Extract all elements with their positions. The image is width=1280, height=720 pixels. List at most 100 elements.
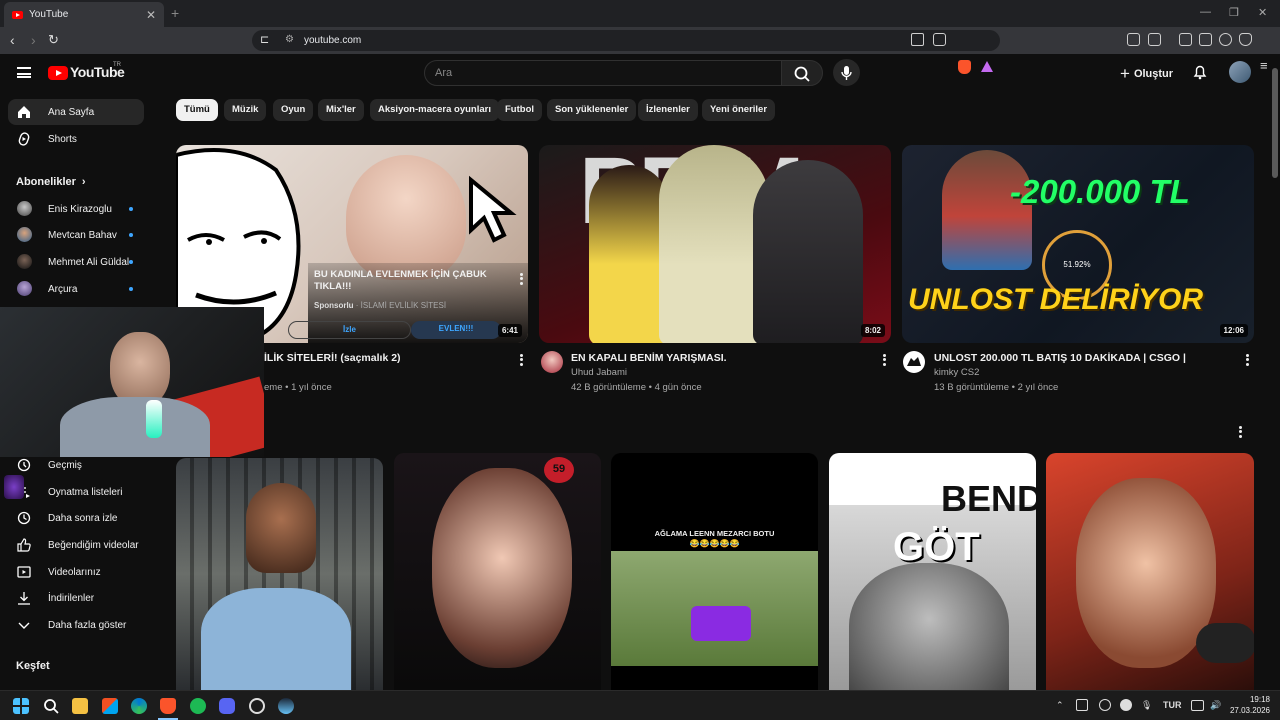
ad-watch-button[interactable]: İzle — [288, 321, 411, 339]
forward-icon[interactable]: › — [31, 32, 36, 48]
shorts-shelf-menu-icon[interactable] — [1239, 424, 1243, 439]
hamburger-menu-icon[interactable] — [17, 67, 31, 78]
microsoft-store-icon[interactable] — [102, 698, 118, 714]
network-icon[interactable] — [1191, 700, 1204, 711]
video-title[interactable]: EN KAPALI BENİM YARIŞMASI. — [571, 352, 727, 364]
video-menu-icon[interactable] — [520, 352, 524, 367]
video-title[interactable]: İLİK SİTELERİ! (saçmalık 2) — [264, 352, 401, 364]
back-icon[interactable]: ‹ — [10, 32, 15, 48]
extensions-icon[interactable] — [1127, 33, 1140, 46]
bookmark-icon[interactable]: ⊏ — [260, 33, 269, 46]
like-icon — [17, 538, 31, 552]
tray-app-icon[interactable] — [1076, 699, 1088, 711]
chip-recently-uploaded[interactable]: Son yüklenenler — [547, 99, 637, 121]
cast-icon[interactable] — [911, 33, 924, 46]
chip-new-to-you[interactable]: Yeni öneriler — [702, 99, 776, 121]
short-thumbnail[interactable]: AĞLAMA LEENN MEZARCI BOTU 😂😂😂😂😂 — [611, 453, 818, 690]
chip-action-adventure[interactable]: Aksiyon-macera oyunları — [370, 99, 499, 121]
chip-all[interactable]: Tümü — [176, 99, 218, 121]
ad-menu-icon[interactable] — [520, 271, 524, 286]
tray-mic-icon[interactable]: 🎙 — [1141, 700, 1152, 711]
sidebar-item-watch-later[interactable]: Daha sonra izle — [8, 505, 144, 531]
file-explorer-icon[interactable] — [72, 698, 88, 714]
sidebar-item-downloads[interactable]: İndirilenler — [8, 585, 144, 611]
clock[interactable]: 19:18 27.03.2026 — [1228, 694, 1270, 716]
youtube-logo-icon[interactable] — [48, 66, 68, 80]
tab-close-icon[interactable]: ✕ — [146, 8, 156, 22]
sidebar-item-playlists[interactable]: Oynatma listeleri — [8, 479, 144, 505]
reload-icon[interactable]: ↻ — [48, 32, 59, 48]
chip-football[interactable]: Futbol — [497, 99, 543, 121]
share-icon[interactable] — [933, 33, 946, 46]
tray-app-icon[interactable] — [1099, 699, 1111, 711]
sidebar-toggle-icon[interactable] — [1179, 33, 1192, 46]
short-thumbnail[interactable] — [176, 458, 383, 690]
thumbnail-text-bottom: UNLOST DELİRİYOR — [908, 283, 1204, 316]
vpn-icon[interactable] — [1239, 33, 1252, 46]
search-button[interactable] — [781, 60, 823, 86]
windows-start-icon[interactable] — [13, 698, 29, 714]
short-thumbnail[interactable] — [1046, 453, 1254, 690]
search-input[interactable]: Ara — [424, 60, 782, 86]
browser-tab-bar: YouTube ✕ + — ❐ ✕ — [0, 0, 1280, 27]
video-title[interactable]: UNLOST 200.000 TL BATIŞ 10 DAKİKADA | CS… — [934, 352, 1186, 364]
scrollbar-thumb[interactable] — [1272, 68, 1278, 178]
obs-icon[interactable] — [249, 698, 265, 714]
discord-icon[interactable] — [219, 698, 235, 714]
keyboard-language[interactable]: TUR — [1163, 700, 1182, 710]
chip-music[interactable]: Müzik — [224, 99, 267, 121]
webcam-person-body — [60, 397, 210, 457]
brave-icon[interactable] — [160, 698, 176, 714]
taskbar-search-icon[interactable] — [43, 698, 59, 714]
chip-mixes[interactable]: Mix'ler — [318, 99, 364, 121]
voice-search-button[interactable] — [833, 59, 860, 86]
subscription-item[interactable]: Enis Kirazoglu — [8, 196, 144, 222]
address-bar[interactable]: ⊏ ⚙ youtube.com — [252, 30, 1000, 51]
leo-ai-icon[interactable] — [1219, 33, 1232, 46]
minimize-icon[interactable]: — — [1200, 6, 1211, 18]
steam-icon[interactable] — [278, 698, 294, 714]
channel-avatar[interactable] — [541, 351, 563, 373]
spotify-icon[interactable] — [190, 698, 206, 714]
account-avatar[interactable] — [1229, 61, 1251, 83]
notifications-bell-icon[interactable] — [1192, 64, 1208, 80]
subscription-item[interactable]: Mehmet Ali Güldal — [8, 249, 144, 275]
channel-avatar[interactable] — [903, 351, 925, 373]
chip-watched[interactable]: İzlenenler — [638, 99, 698, 121]
ad-cta-button[interactable]: EVLEN!!! — [411, 321, 501, 339]
video-menu-icon[interactable] — [1246, 352, 1250, 367]
short-thumbnail[interactable]: 59 — [394, 453, 601, 690]
tray-overflow-icon[interactable]: ⌃ — [1056, 700, 1064, 711]
video-thumbnail[interactable]: PRIM 8:02 — [539, 145, 891, 343]
browser-tab[interactable]: YouTube ✕ — [4, 2, 164, 27]
subscription-item[interactable]: Arçura — [8, 276, 144, 302]
shorts-icon — [18, 132, 30, 146]
site-info-icon[interactable]: ⚙ — [285, 34, 294, 45]
sidebar-item-show-more[interactable]: Daha fazla göster — [8, 612, 144, 638]
new-tab-icon[interactable]: + — [171, 5, 179, 21]
ad-title[interactable]: BU KADINLA EVLENMEK İÇİN ÇABUK TIKLA!!! — [314, 269, 504, 293]
sidebar-item-home[interactable]: Ana Sayfa — [8, 99, 144, 125]
video-icon — [17, 566, 31, 578]
subscriptions-heading[interactable]: Abonelikler › — [16, 176, 86, 188]
restore-icon[interactable]: ❐ — [1229, 6, 1239, 19]
subscription-item[interactable]: Mevtcan Bahav — [8, 222, 144, 248]
chip-gaming[interactable]: Oyun — [273, 99, 314, 121]
volume-icon[interactable]: 🔊 — [1210, 700, 1221, 711]
channel-name[interactable]: kimky CS2 — [934, 367, 979, 378]
sidebar-item-your-videos[interactable]: Videolarınız — [8, 559, 144, 585]
window-close-icon[interactable]: ✕ — [1258, 6, 1267, 19]
channel-name[interactable]: Uhud Jabami — [571, 367, 627, 378]
video-menu-icon[interactable] — [883, 352, 887, 367]
wallet-icon[interactable] — [1199, 33, 1212, 46]
create-button[interactable]: + Oluştur — [1120, 64, 1173, 84]
short-thumbnail[interactable]: BENDE GÖT — [829, 453, 1036, 690]
sidebar-item-shorts[interactable]: Shorts — [8, 126, 144, 152]
video-thumbnail[interactable]: 51.92% -200.000 TL UNLOST DELİRİYOR 12:0… — [902, 145, 1254, 343]
video-meta: 13 B görüntüleme • 2 yıl önce — [934, 382, 1059, 393]
screenshot-icon[interactable] — [1148, 33, 1161, 46]
sidebar-item-liked-videos[interactable]: Beğendiğim videolar — [8, 532, 144, 558]
page-scrollbar[interactable] — [1270, 54, 1280, 690]
edge-icon[interactable] — [131, 698, 147, 714]
tray-app-icon[interactable] — [1120, 699, 1132, 711]
